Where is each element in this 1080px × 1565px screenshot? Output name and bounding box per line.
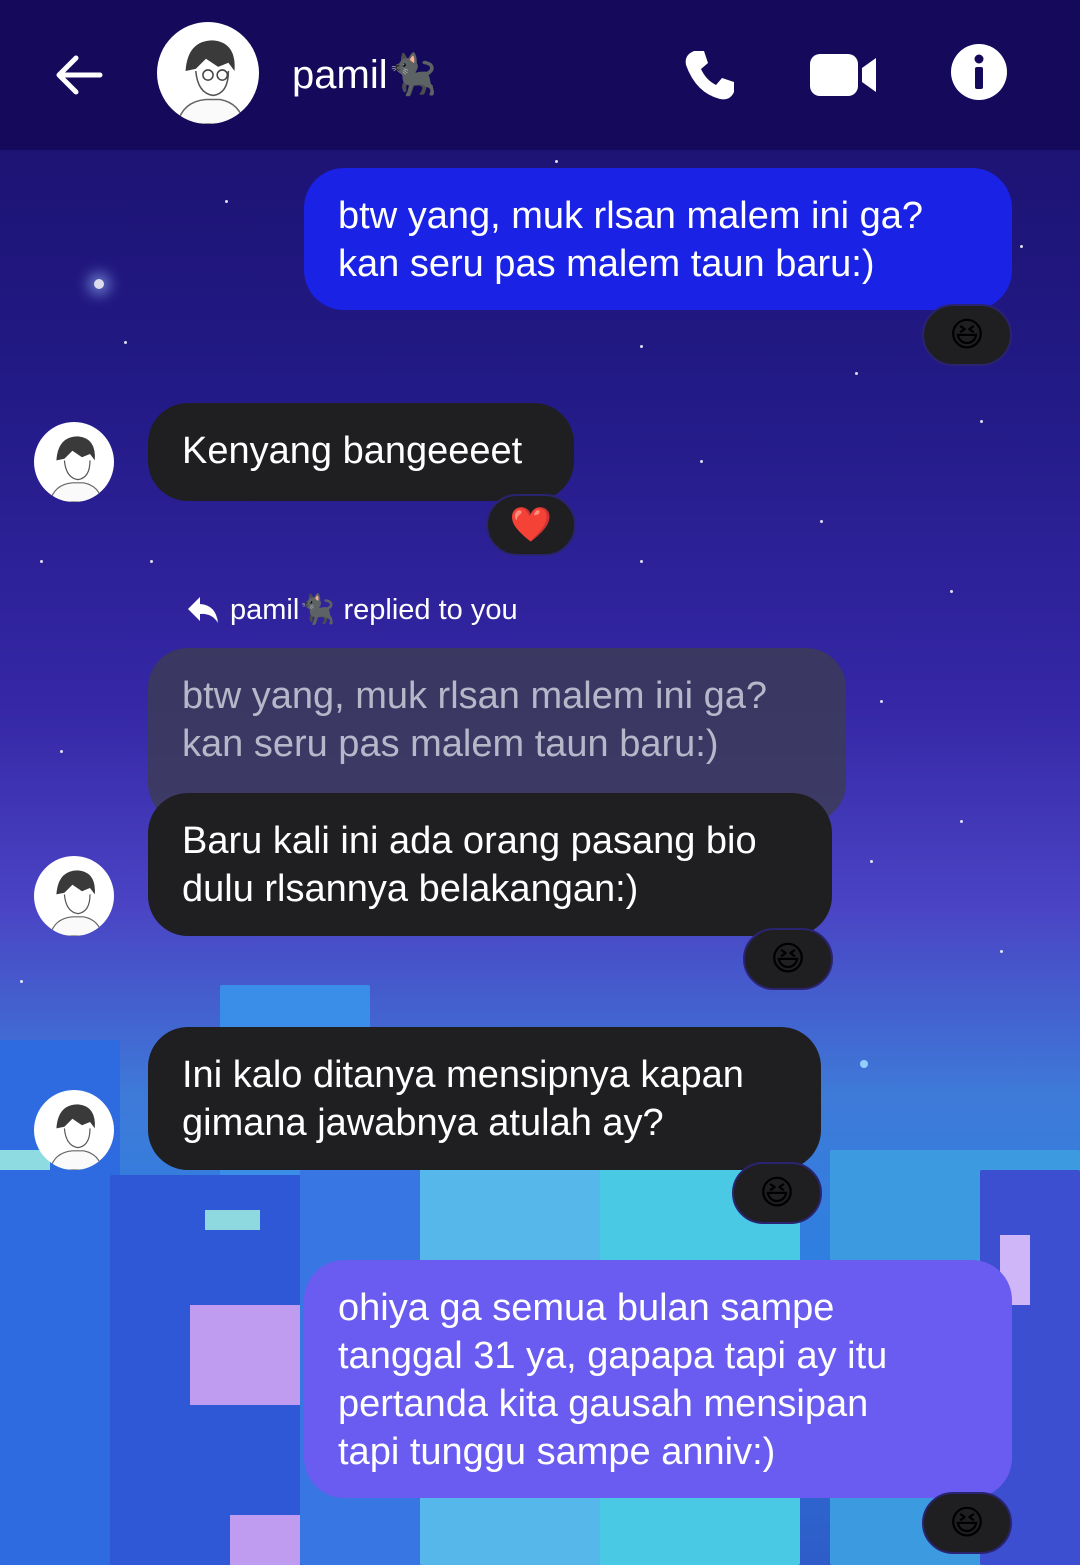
video-camera-icon[interactable]: [808, 50, 880, 100]
arrow-left-icon[interactable]: [50, 45, 110, 105]
message-bubble-outgoing[interactable]: ohiya ga semua bulan sampe tanggal 31 ya…: [304, 1260, 1012, 1498]
reply-arrow-icon: [188, 597, 218, 623]
reaction-badge[interactable]: 😆: [743, 928, 833, 990]
reaction-badge[interactable]: 😆: [732, 1162, 822, 1224]
phone-icon[interactable]: [680, 45, 740, 105]
message-bubble-outgoing[interactable]: btw yang, muk rlsan malem ini ga? kan se…: [304, 168, 1012, 310]
avatar-illustration-icon: [176, 40, 245, 124]
chat-header: pamil🐈‍⬛: [0, 0, 1080, 150]
avatar-illustration-icon: [49, 436, 103, 502]
sender-avatar[interactable]: [34, 1090, 114, 1170]
contact-name[interactable]: pamil🐈‍⬛: [292, 50, 437, 100]
message-bubble-incoming[interactable]: Ini kalo ditanya mensipnya kapan gimana …: [148, 1027, 821, 1170]
reply-label-text: pamil🐈‍⬛ replied to you: [230, 594, 518, 626]
reaction-badge[interactable]: 😆: [922, 1492, 1012, 1554]
reaction-badge[interactable]: ❤️: [486, 494, 576, 556]
sender-avatar[interactable]: [34, 856, 114, 936]
avatar-illustration-icon: [49, 870, 103, 936]
avatar-illustration-icon: [49, 1104, 103, 1170]
info-icon[interactable]: [950, 43, 1008, 101]
message-bubble-incoming[interactable]: Baru kali ini ada orang pasang bio dulu …: [148, 793, 832, 936]
reaction-badge[interactable]: 😆: [922, 304, 1012, 366]
contact-avatar[interactable]: [157, 22, 259, 124]
reply-label: pamil🐈‍⬛ replied to you: [186, 590, 518, 630]
sender-avatar[interactable]: [34, 422, 114, 502]
message-bubble-incoming[interactable]: Kenyang bangeeeet: [148, 403, 574, 501]
